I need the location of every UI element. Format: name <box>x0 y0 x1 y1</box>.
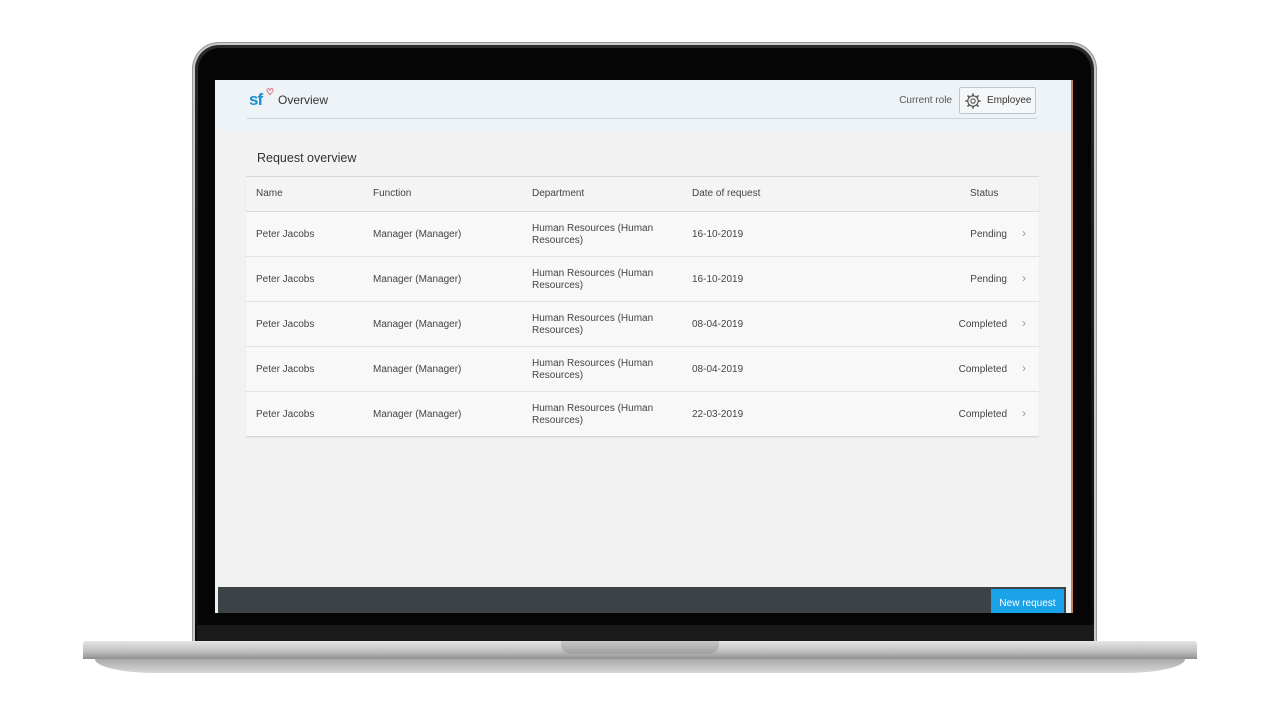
chevron-right-icon[interactable]: › <box>1022 406 1026 420</box>
row-date: 16-10-2019 <box>692 274 744 285</box>
row-function: Manager (Manager) <box>373 364 462 375</box>
chevron-right-icon[interactable]: › <box>1022 316 1026 330</box>
row-status: Completed <box>958 409 1007 420</box>
chevron-right-icon[interactable]: › <box>1022 226 1026 240</box>
table-row[interactable]: Peter Jacobs Manager (Manager) Human Res… <box>246 212 1039 257</box>
column-header-department[interactable]: Department <box>532 188 584 199</box>
app-screen: sf ♡ Overview Current role Employee Reque… <box>215 80 1073 613</box>
row-status: Completed <box>958 319 1007 330</box>
row-status: Pending <box>970 274 1007 285</box>
row-function: Manager (Manager) <box>373 229 462 240</box>
row-department: Human Resources (Human Resources) <box>532 358 654 381</box>
table-row[interactable]: Peter Jacobs Manager (Manager) Human Res… <box>246 302 1039 347</box>
role-value: Employee <box>987 95 1032 106</box>
row-date: 08-04-2019 <box>692 364 744 375</box>
current-role-label: Current role <box>899 95 952 106</box>
row-name: Peter Jacobs <box>256 319 315 330</box>
row-status: Pending <box>970 229 1007 240</box>
row-date: 22-03-2019 <box>692 409 744 420</box>
role-switch-button[interactable]: Employee <box>959 87 1036 114</box>
table-header: Name Function Department Date of request… <box>246 177 1039 212</box>
page-title: Overview <box>278 93 329 107</box>
row-function: Manager (Manager) <box>373 409 462 420</box>
laptop-base-bottom <box>95 659 1185 673</box>
column-header-name[interactable]: Name <box>256 188 283 199</box>
chevron-right-icon[interactable]: › <box>1022 271 1026 285</box>
row-department: Human Resources (Human Resources) <box>532 268 654 291</box>
gear-icon <box>965 93 981 109</box>
column-header-status[interactable]: Status <box>970 188 998 199</box>
chevron-right-icon[interactable]: › <box>1022 361 1026 375</box>
table-row[interactable]: Peter Jacobs Manager (Manager) Human Res… <box>246 392 1039 436</box>
laptop-notch <box>561 641 719 654</box>
table-row[interactable]: Peter Jacobs Manager (Manager) Human Res… <box>246 347 1039 392</box>
row-function: Manager (Manager) <box>373 274 462 285</box>
sf-logo[interactable]: sf ♡ <box>249 87 274 110</box>
heart-icon: ♡ <box>266 87 274 97</box>
section-title: Request overview <box>257 151 357 165</box>
new-request-button[interactable]: New request <box>991 589 1064 613</box>
row-department: Human Resources (Human Resources) <box>532 223 654 246</box>
laptop-hinge <box>197 625 1094 641</box>
row-name: Peter Jacobs <box>256 409 315 420</box>
footer-bar: New request <box>218 587 1066 613</box>
row-name: Peter Jacobs <box>256 274 315 285</box>
column-header-function[interactable]: Function <box>373 188 411 199</box>
row-name: Peter Jacobs <box>256 229 315 240</box>
requests-table: Name Function Department Date of request… <box>246 176 1039 437</box>
row-department: Human Resources (Human Resources) <box>532 403 654 426</box>
row-date: 08-04-2019 <box>692 319 744 330</box>
row-date: 16-10-2019 <box>692 229 744 240</box>
row-status: Completed <box>958 364 1007 375</box>
row-name: Peter Jacobs <box>256 364 315 375</box>
app-header: sf ♡ Overview Current role Employee <box>215 80 1071 131</box>
row-function: Manager (Manager) <box>373 319 462 330</box>
column-header-date[interactable]: Date of request <box>692 188 760 199</box>
header-bar: sf ♡ Overview Current role Employee <box>247 80 1037 119</box>
table-row[interactable]: Peter Jacobs Manager (Manager) Human Res… <box>246 257 1039 302</box>
row-department: Human Resources (Human Resources) <box>532 313 654 336</box>
